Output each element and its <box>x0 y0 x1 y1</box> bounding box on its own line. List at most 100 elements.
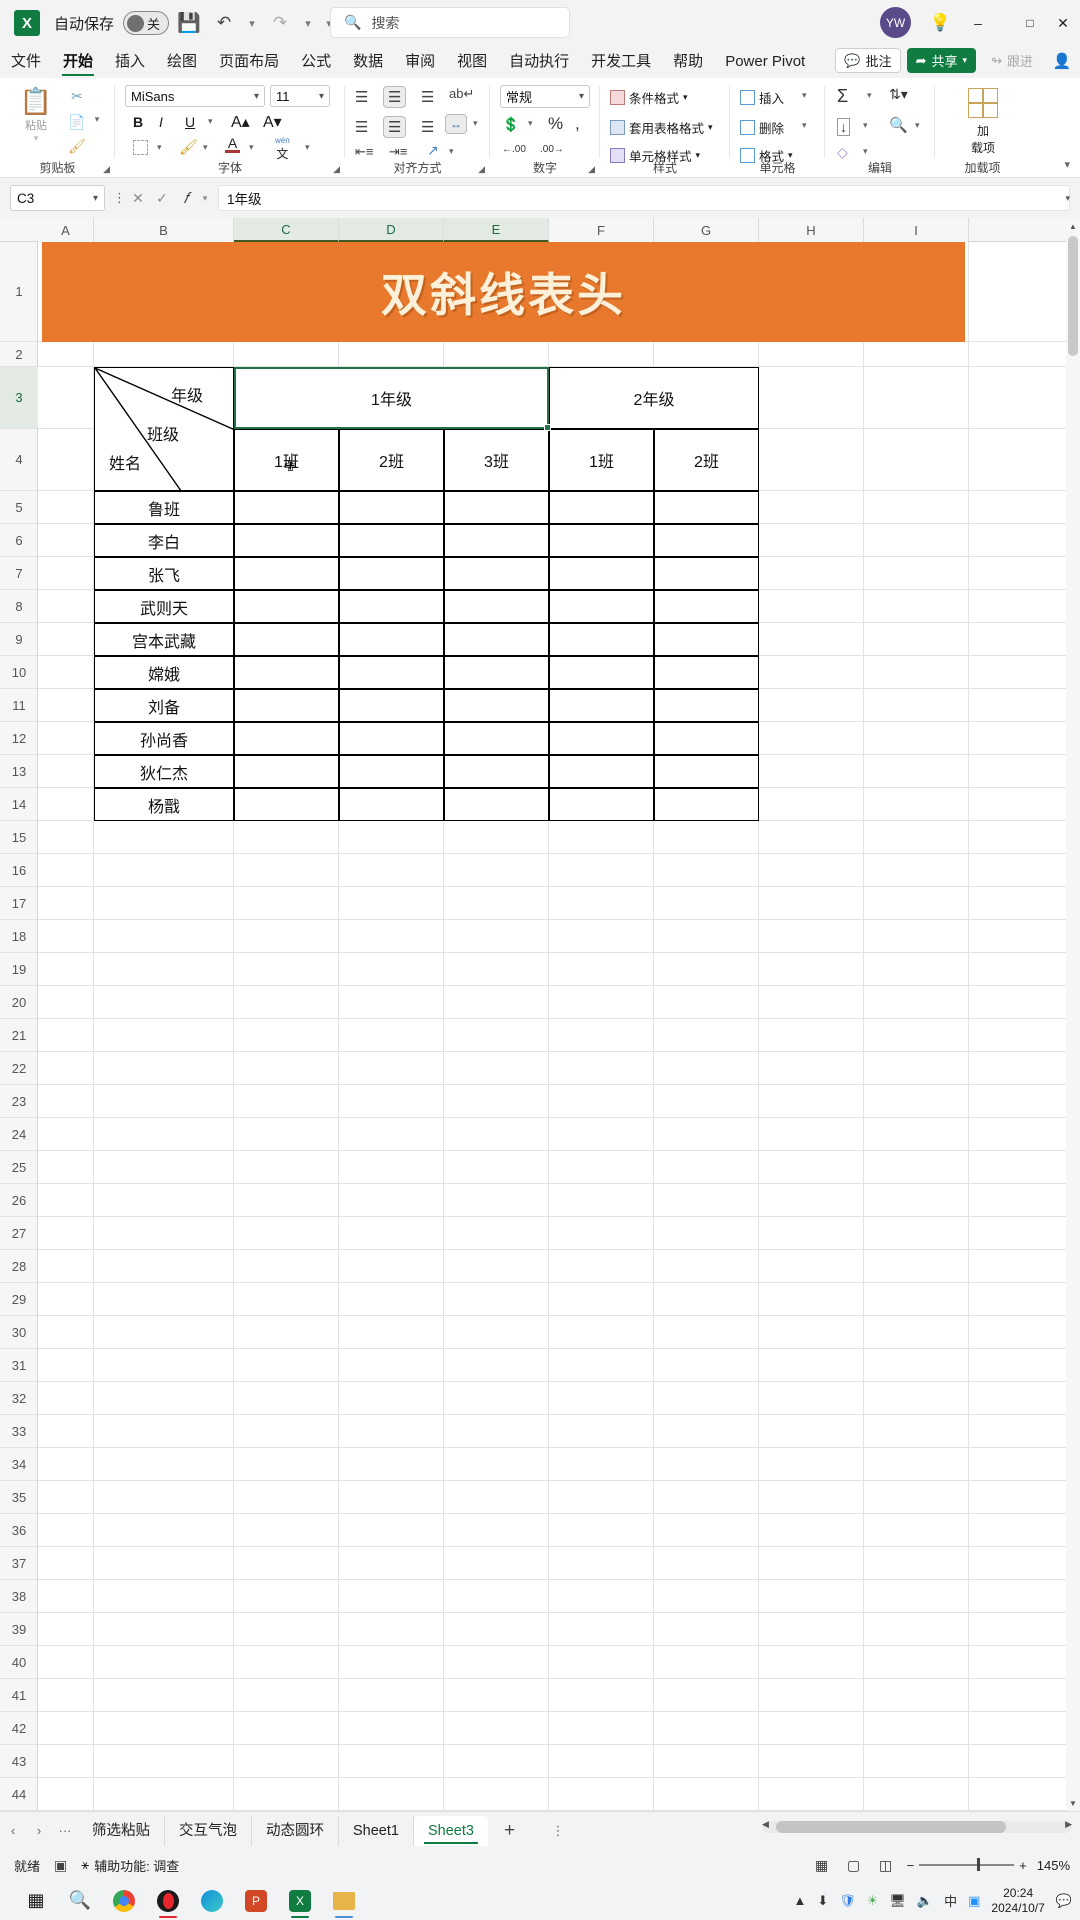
save-icon[interactable]: 💾 <box>174 8 204 38</box>
next-icon[interactable]: › <box>26 1818 52 1844</box>
normal-view-icon[interactable]: ▦ <box>811 1855 833 1875</box>
minimize-button[interactable]: – <box>952 0 1004 46</box>
data-cell-0-3[interactable] <box>549 491 654 524</box>
addins-button[interactable]: 加 载项 <box>957 88 1009 156</box>
align-middle-icon[interactable]: ☰ <box>383 86 407 108</box>
orientation-icon[interactable]: ↗ <box>427 142 439 159</box>
data-cell-6-4[interactable] <box>654 689 759 722</box>
network-icon[interactable]: 🖥 <box>889 1893 906 1909</box>
sheet-tab-2[interactable]: 动态圆环 <box>252 1815 339 1846</box>
fx-icon[interactable]: 𝑓 <box>174 185 198 211</box>
row-header-18[interactable]: 18 <box>0 920 38 953</box>
data-cell-9-3[interactable] <box>549 788 654 821</box>
row-header-43[interactable]: 43 <box>0 1745 38 1778</box>
data-cell-8-1[interactable] <box>339 755 444 788</box>
row-header-34[interactable]: 34 <box>0 1448 38 1481</box>
insert-dropdown-icon[interactable]: ▾ <box>802 90 807 101</box>
class-cell-1-0[interactable]: 1班 <box>549 429 654 491</box>
data-cell-7-3[interactable] <box>549 722 654 755</box>
name-cell-1[interactable]: 李白 <box>94 524 234 557</box>
row-header-4[interactable]: 4 <box>0 429 38 491</box>
row-header-7[interactable]: 7 <box>0 557 38 590</box>
row-header-1[interactable]: 1 <box>0 242 38 342</box>
increase-indent-icon[interactable]: ⇥≡ <box>389 144 407 160</box>
class-cell-0-2[interactable]: 3班 <box>444 429 549 491</box>
name-cell-5[interactable]: 嫦娥 <box>94 656 234 689</box>
copy-icon[interactable]: 📄 <box>66 114 88 131</box>
data-cell-0-1[interactable] <box>339 491 444 524</box>
data-cell-0-0[interactable] <box>234 491 339 524</box>
align-top-icon[interactable]: ☰ <box>355 88 368 106</box>
data-cell-4-3[interactable] <box>549 623 654 656</box>
confirm-icon[interactable]: ✓ <box>150 185 174 211</box>
ribbon-tab-3[interactable]: 绘图 <box>156 48 208 76</box>
borders-icon[interactable] <box>133 140 148 155</box>
data-cell-4-1[interactable] <box>339 623 444 656</box>
row-header-5[interactable]: 5 <box>0 491 38 524</box>
fill-color-icon[interactable]: 🖌 <box>179 138 198 156</box>
clear-dropdown-icon[interactable]: ▾ <box>863 146 868 157</box>
class-cell-0-1[interactable]: 2班 <box>339 429 444 491</box>
delete-cells-button[interactable]: 删除 <box>740 118 784 137</box>
security-icon[interactable]: 🛡 <box>839 1893 856 1909</box>
start-icon[interactable]: ▦ <box>14 1881 58 1920</box>
sheet-tab-4[interactable]: Sheet3 <box>413 1815 488 1846</box>
row-header-40[interactable]: 40 <box>0 1646 38 1679</box>
horizontal-scroll-thumb[interactable] <box>776 1821 1006 1833</box>
class-cell-1-1[interactable]: 2班 <box>654 429 759 491</box>
ribbon-tab-5[interactable]: 公式 <box>290 48 342 76</box>
share-button[interactable]: ➦ 共享 ▾ <box>906 48 977 73</box>
row-header-33[interactable]: 33 <box>0 1415 38 1448</box>
excel-icon[interactable]: X <box>278 1881 322 1920</box>
data-cell-8-3[interactable] <box>549 755 654 788</box>
autosave-toggle[interactable]: 关 <box>123 11 170 35</box>
autosum-icon[interactable]: Σ <box>837 86 848 107</box>
decrease-indent-icon[interactable]: ⇤≡ <box>355 144 373 160</box>
data-cell-3-3[interactable] <box>549 590 654 623</box>
data-cell-2-4[interactable] <box>654 557 759 590</box>
sheet-options-icon[interactable]: ⋮ <box>545 1818 571 1844</box>
zoom-level[interactable]: 145% <box>1037 1858 1070 1873</box>
explorer-icon[interactable] <box>322 1881 366 1920</box>
zoom-thumb[interactable] <box>977 1858 980 1872</box>
row-header-15[interactable]: 15 <box>0 821 38 854</box>
phonetic-dropdown-icon[interactable]: ▾ <box>305 142 310 153</box>
collapse-ribbon-icon[interactable]: ▾ <box>1064 158 1070 171</box>
add-sheet-button[interactable]: + <box>488 1820 531 1842</box>
data-cell-1-1[interactable] <box>339 524 444 557</box>
row-header-6[interactable]: 6 <box>0 524 38 557</box>
clipboard-dialog-launcher[interactable]: ◢ <box>103 164 110 175</box>
formula-bar-expand-icon[interactable]: ▾ <box>1065 193 1070 204</box>
name-cell-0[interactable]: 鲁班 <box>94 491 234 524</box>
name-cell-2[interactable]: 张飞 <box>94 557 234 590</box>
row-header-32[interactable]: 32 <box>0 1382 38 1415</box>
data-cell-2-0[interactable] <box>234 557 339 590</box>
scroll-up-icon[interactable]: ▲ <box>1066 218 1080 234</box>
align-right-icon[interactable]: ☰ <box>421 118 434 136</box>
formula-expand-icon[interactable]: ▾ <box>198 185 212 211</box>
format-painter-icon[interactable]: 🖌 <box>66 138 88 155</box>
cut-icon[interactable]: ✂ <box>66 88 88 105</box>
fill-color-dropdown-icon[interactable]: ▾ <box>203 142 208 153</box>
ime-icon[interactable]: 中 <box>944 1891 957 1910</box>
row-header-38[interactable]: 38 <box>0 1580 38 1613</box>
data-cell-6-2[interactable] <box>444 689 549 722</box>
undo-icon[interactable]: ↶ <box>209 8 239 38</box>
name-cell-3[interactable]: 武则天 <box>94 590 234 623</box>
data-cell-4-0[interactable] <box>234 623 339 656</box>
zoom-out-button[interactable]: − <box>907 1858 915 1873</box>
data-cell-9-0[interactable] <box>234 788 339 821</box>
row-header-31[interactable]: 31 <box>0 1349 38 1382</box>
ribbon-tab-12[interactable]: Power Pivot <box>714 48 816 76</box>
row-header-29[interactable]: 29 <box>0 1283 38 1316</box>
column-header-H[interactable]: H <box>759 218 864 242</box>
row-header-30[interactable]: 30 <box>0 1316 38 1349</box>
column-header-G[interactable]: G <box>654 218 759 242</box>
italic-button[interactable]: I <box>159 114 163 130</box>
paste-button[interactable]: 📋 粘贴 ▾ <box>14 86 58 144</box>
row-header-44[interactable]: 44 <box>0 1778 38 1811</box>
zoom-slider[interactable]: − + <box>907 1858 1027 1873</box>
row-header-17[interactable]: 17 <box>0 887 38 920</box>
data-cell-2-1[interactable] <box>339 557 444 590</box>
accessibility-button[interactable]: ⚹ 辅助功能: 调查 <box>81 1856 179 1875</box>
